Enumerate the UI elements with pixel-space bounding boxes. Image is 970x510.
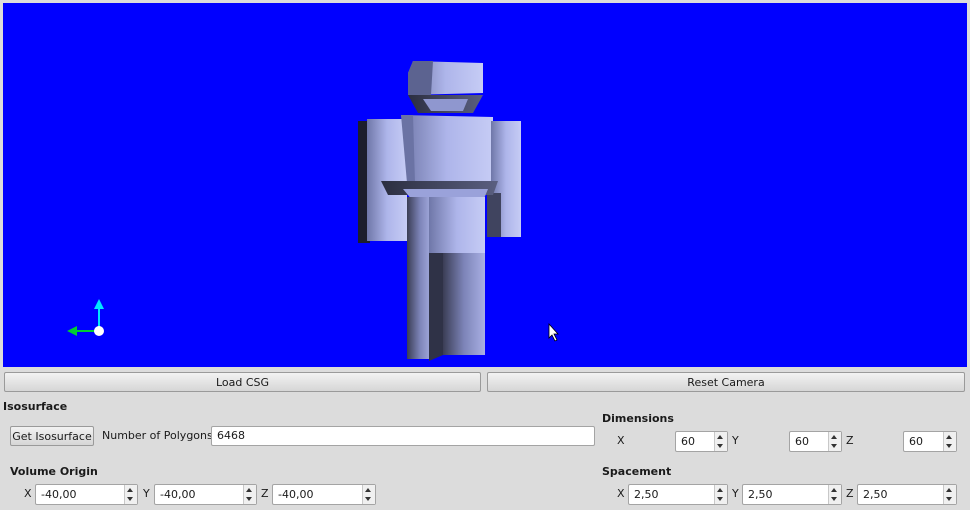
reset-camera-button[interactable]: Reset Camera (487, 372, 965, 392)
spacement-z-spinbox[interactable]: 2,50 (857, 484, 957, 505)
spin-arrows-icon[interactable] (943, 432, 956, 451)
spin-arrows-icon[interactable] (943, 485, 956, 504)
dimensions-z-label: Z (846, 434, 854, 447)
spin-arrows-icon[interactable] (714, 485, 727, 504)
spin-arrows-icon[interactable] (714, 432, 727, 451)
origin-y-label: Y (143, 487, 150, 500)
spacement-z-value: 2,50 (863, 488, 888, 501)
spacement-x-value: 2,50 (634, 488, 659, 501)
origin-x-label: X (24, 487, 32, 500)
dimensions-y-spinbox[interactable]: 60 (789, 431, 842, 452)
dimensions-z-spinbox[interactable]: 60 (903, 431, 957, 452)
origin-z-spinbox[interactable]: -40,00 (272, 484, 376, 505)
spacement-y-label: Y (732, 487, 739, 500)
origin-z-value: -40,00 (278, 488, 314, 501)
axis-gizmo (67, 299, 104, 336)
spin-arrows-icon[interactable] (243, 485, 256, 504)
mouse-cursor-icon (548, 322, 559, 342)
origin-z-label: Z (261, 487, 269, 500)
spin-arrows-icon[interactable] (828, 432, 841, 451)
polygons-label: Number of Polygons (102, 429, 213, 442)
3d-viewport[interactable] (3, 3, 967, 367)
spacement-y-spinbox[interactable]: 2,50 (742, 484, 842, 505)
csg-model-render (67, 61, 559, 361)
dimensions-y-label: Y (732, 434, 739, 447)
dimensions-x-label: X (617, 434, 625, 447)
spin-arrows-icon[interactable] (362, 485, 375, 504)
load-csg-button[interactable]: Load CSG (4, 372, 481, 392)
dimensions-x-value: 60 (681, 435, 695, 448)
spacement-z-label: Z (846, 487, 854, 500)
dimensions-x-spinbox[interactable]: 60 (675, 431, 728, 452)
volume-origin-heading: Volume Origin (10, 465, 98, 478)
origin-y-value: -40,00 (160, 488, 196, 501)
dimensions-y-value: 60 (795, 435, 809, 448)
isosurface-heading: Isosurface (3, 400, 68, 413)
spin-arrows-icon[interactable] (124, 485, 137, 504)
spacement-y-value: 2,50 (748, 488, 773, 501)
origin-y-spinbox[interactable]: -40,00 (154, 484, 257, 505)
dimensions-z-value: 60 (909, 435, 923, 448)
get-isosurface-button[interactable]: Get Isosurface (10, 426, 94, 446)
spacement-heading: Spacement (602, 465, 672, 478)
origin-x-spinbox[interactable]: -40,00 (35, 484, 138, 505)
spacement-x-label: X (617, 487, 625, 500)
origin-x-value: -40,00 (41, 488, 77, 501)
spin-arrows-icon[interactable] (828, 485, 841, 504)
spacement-x-spinbox[interactable]: 2,50 (628, 484, 728, 505)
dimensions-heading: Dimensions (602, 412, 674, 425)
robot-model (358, 61, 521, 361)
polygons-count-field[interactable]: 6468 (211, 426, 595, 446)
